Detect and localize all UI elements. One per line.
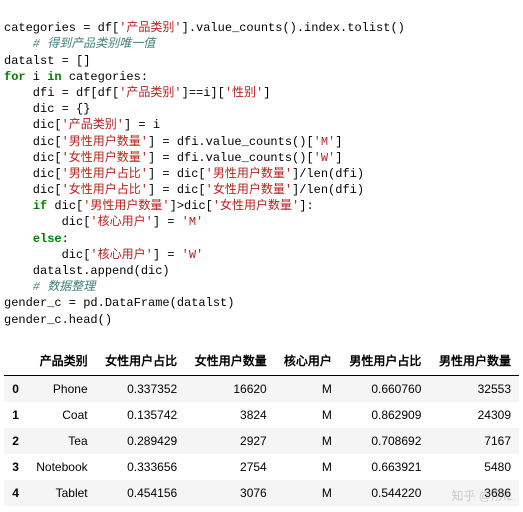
table-cell: 3076 (185, 480, 275, 506)
table-cell: 3686 (429, 480, 519, 506)
table-cell: Coat (27, 402, 96, 428)
col-index (4, 346, 27, 376)
table-cell: 0.337352 (96, 375, 186, 402)
table-cell: 16620 (185, 375, 275, 402)
table-cell: 0 (4, 375, 27, 402)
table-cell: 2754 (185, 454, 275, 480)
table-cell: 0.135742 (96, 402, 186, 428)
table-cell: 24309 (429, 402, 519, 428)
table-cell: 32553 (429, 375, 519, 402)
table-cell: 5480 (429, 454, 519, 480)
table-cell: M (275, 375, 340, 402)
output-table: 产品类别 女性用户占比 女性用户数量 核心用户 男性用户占比 男性用户数量 0P… (4, 346, 519, 506)
table-cell: 0.289429 (96, 428, 186, 454)
table-row: 4Tablet0.4541563076M0.5442203686 (4, 480, 519, 506)
table-cell: M (275, 454, 340, 480)
table-cell: M (275, 402, 340, 428)
table-cell: 2927 (185, 428, 275, 454)
table-cell: 4 (4, 480, 27, 506)
table-cell: 0.333656 (96, 454, 186, 480)
table-cell: Notebook (27, 454, 96, 480)
table-cell: 1 (4, 402, 27, 428)
table-row: 0Phone0.33735216620M0.66076032553 (4, 375, 519, 402)
col-mratio: 男性用户占比 (340, 346, 430, 376)
table-cell: 3 (4, 454, 27, 480)
table-cell: Tablet (27, 480, 96, 506)
col-fcount: 女性用户数量 (185, 346, 275, 376)
table-cell: 0.660760 (340, 375, 430, 402)
col-category: 产品类别 (27, 346, 96, 376)
table-cell: M (275, 428, 340, 454)
table-cell: 0.862909 (340, 402, 430, 428)
table-cell: M (275, 480, 340, 506)
table-cell: 0.454156 (96, 480, 186, 506)
table-cell: 0.663921 (340, 454, 430, 480)
table-cell: 0.544220 (340, 480, 430, 506)
col-mcount: 男性用户数量 (429, 346, 519, 376)
table-cell: Tea (27, 428, 96, 454)
table-cell: 0.708692 (340, 428, 430, 454)
code-block: categories = df['产品类别'].value_counts().i… (4, 4, 519, 328)
table-cell: 2 (4, 428, 27, 454)
table-cell: Phone (27, 375, 96, 402)
table-cell: 3824 (185, 402, 275, 428)
table-header-row: 产品类别 女性用户占比 女性用户数量 核心用户 男性用户占比 男性用户数量 (4, 346, 519, 376)
col-core: 核心用户 (275, 346, 340, 376)
table-row: 1Coat0.1357423824M0.86290924309 (4, 402, 519, 428)
col-fratio: 女性用户占比 (96, 346, 186, 376)
table-row: 2Tea0.2894292927M0.7086927167 (4, 428, 519, 454)
table-cell: 7167 (429, 428, 519, 454)
table-row: 3Notebook0.3336562754M0.6639215480 (4, 454, 519, 480)
